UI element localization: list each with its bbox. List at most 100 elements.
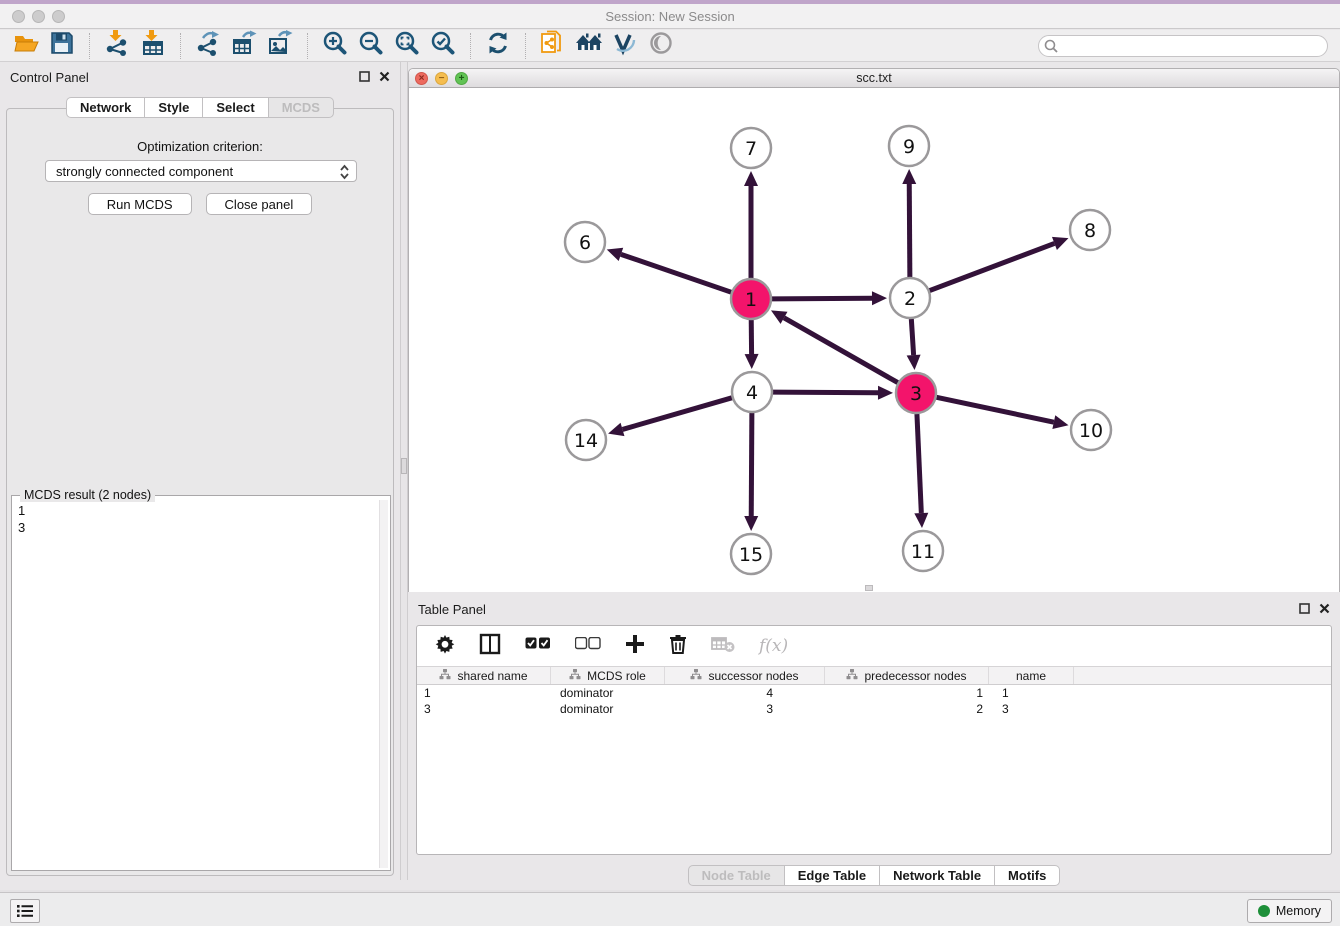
tab-node-table[interactable]: Node Table (688, 865, 785, 886)
refresh-view-button[interactable] (483, 32, 513, 60)
table-cell[interactable]: 1 (989, 685, 1074, 701)
table-row[interactable]: 3dominator323 (417, 701, 1331, 717)
close-panel-icon[interactable] (1319, 603, 1330, 614)
import-table-button[interactable] (138, 32, 168, 60)
table-cell[interactable]: 2 (825, 701, 989, 717)
table-cell[interactable]: 1 (825, 685, 989, 701)
select-all-columns-button[interactable] (525, 637, 551, 655)
export-network-button[interactable] (193, 32, 223, 60)
open-session-button[interactable] (11, 32, 41, 60)
node-label-14: 14 (574, 430, 598, 452)
vizmapper-button[interactable] (610, 32, 640, 60)
toolbar-separator (307, 33, 308, 59)
home-icon (574, 30, 604, 61)
table-cell[interactable]: 1 (417, 685, 551, 701)
close-panel-button[interactable]: Close panel (206, 193, 313, 215)
node-label-6: 6 (579, 232, 591, 254)
splitter-grip[interactable] (401, 458, 407, 474)
table-row[interactable]: 1dominator411 (417, 685, 1331, 701)
network-canvas[interactable]: 1234678910111415 (409, 88, 1339, 592)
vertical-splitter[interactable] (400, 62, 408, 880)
edge-arrowhead (1052, 415, 1068, 429)
result-scrollbar[interactable] (379, 500, 388, 868)
memory-button[interactable]: Memory (1247, 899, 1332, 923)
table-cell[interactable]: 3 (989, 701, 1074, 717)
delete-table-button[interactable] (711, 635, 735, 658)
deselect-all-columns-button[interactable] (575, 637, 601, 655)
zoom-out-button[interactable] (356, 32, 386, 60)
search-icon (1044, 39, 1058, 53)
result-line: 3 (18, 519, 374, 536)
tab-network[interactable]: Network (66, 97, 145, 118)
add-column-button[interactable] (625, 634, 645, 659)
save-session-button[interactable] (47, 32, 77, 60)
edge-3-11[interactable] (917, 414, 921, 513)
control-panel-tabs: NetworkStyleSelectMCDS (0, 97, 400, 118)
table-cell[interactable]: dominator (551, 701, 665, 717)
tab-select[interactable]: Select (203, 97, 268, 118)
memory-label: Memory (1276, 904, 1321, 918)
node-label-3: 3 (910, 383, 922, 405)
edge-2-3[interactable] (911, 319, 913, 355)
edge-3-10[interactable] (937, 397, 1054, 422)
home-button[interactable] (574, 32, 604, 60)
network-splitter-grip[interactable] (865, 585, 873, 591)
column-header-label: MCDS role (587, 669, 646, 683)
zoom-fit-button[interactable] (392, 32, 422, 60)
criterion-select[interactable]: strongly connected component (45, 160, 357, 182)
edge-4-3[interactable] (773, 392, 878, 393)
show-graphics-details-button[interactable] (646, 32, 676, 60)
network-window-titlebar[interactable]: × − + scc.txt (409, 69, 1339, 88)
column-header-label: shared name (457, 669, 527, 683)
function-builder-button[interactable]: f(x) (759, 636, 788, 656)
zoom-in-button[interactable] (320, 32, 350, 60)
export-image-button[interactable] (265, 32, 295, 60)
zoom-selected-button[interactable] (428, 32, 458, 60)
edge-3-1[interactable] (784, 318, 898, 383)
export-image-icon (267, 30, 293, 61)
close-panel-icon[interactable] (379, 71, 390, 82)
node-label-8: 8 (1084, 220, 1096, 242)
column-header-predecessor-nodes[interactable]: predecessor nodes (825, 667, 989, 684)
export-table-button[interactable] (229, 32, 259, 60)
criterion-value: strongly connected component (56, 164, 233, 179)
table-cell[interactable]: 4 (665, 685, 825, 701)
float-panel-icon[interactable] (359, 71, 370, 82)
edge-4-15[interactable] (751, 413, 752, 516)
zoom-fit-icon (394, 30, 420, 61)
clone-network-button[interactable] (538, 32, 568, 60)
task-history-button[interactable] (10, 899, 40, 923)
edge-1-6[interactable] (621, 254, 731, 292)
table-cell[interactable]: dominator (551, 685, 665, 701)
column-header-name[interactable]: name (989, 667, 1074, 684)
float-panel-icon[interactable] (1299, 603, 1310, 614)
column-header-successor-nodes[interactable]: successor nodes (665, 667, 825, 684)
open-folder-icon (13, 30, 39, 61)
edge-2-9[interactable] (909, 184, 910, 277)
column-header-mcds-role[interactable]: MCDS role (551, 667, 665, 684)
table-settings-button[interactable] (435, 634, 455, 659)
table-header-row: shared name MCDS role successor nodesprede… (417, 666, 1331, 685)
column-visibility-button[interactable] (479, 633, 501, 660)
tab-mcds[interactable]: MCDS (269, 97, 334, 118)
search-input[interactable] (1038, 35, 1328, 57)
table-cell[interactable]: 3 (417, 701, 551, 717)
run-mcds-button[interactable]: Run MCDS (88, 193, 192, 215)
column-header-shared-name[interactable]: shared name (417, 667, 551, 684)
status-bar: Memory (0, 892, 1340, 926)
edge-2-8[interactable] (930, 243, 1055, 290)
table-panel-title: Table Panel (418, 602, 486, 617)
tab-style[interactable]: Style (145, 97, 203, 118)
edge-1-2[interactable] (772, 298, 872, 299)
delete-column-button[interactable] (669, 634, 687, 659)
node-label-2: 2 (904, 288, 916, 310)
node-label-15: 15 (739, 544, 763, 566)
tab-network-table[interactable]: Network Table (880, 865, 995, 886)
table-cell[interactable]: 3 (665, 701, 825, 717)
edge-4-14[interactable] (623, 398, 732, 430)
tab-motifs[interactable]: Motifs (995, 865, 1060, 886)
toolbar-separator (525, 33, 526, 59)
tab-edge-table[interactable]: Edge Table (785, 865, 880, 886)
import-network-button[interactable] (102, 32, 132, 60)
network-window-title: scc.txt (409, 71, 1339, 85)
